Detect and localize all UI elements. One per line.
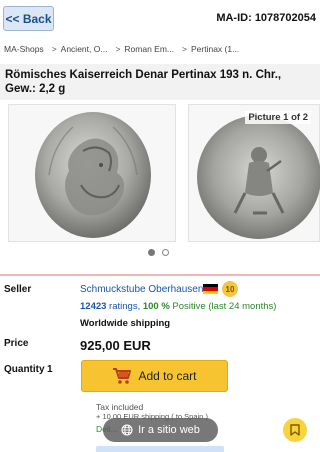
ratings-count[interactable]: 12423 — [80, 301, 106, 312]
price-value: 925,00 EUR — [80, 338, 151, 353]
positive-percentage: 100 % — [142, 301, 170, 312]
cart-icon — [113, 368, 132, 384]
seller-label: Seller — [4, 284, 32, 295]
breadcrumb-separator-icon: > — [51, 44, 57, 54]
coin-reverse-image[interactable]: Picture 1 of 2 — [188, 104, 320, 242]
breadcrumb-item-pertinax[interactable]: Pertinax (1... — [191, 44, 239, 54]
open-website-label: Ir a sitio web — [138, 424, 200, 436]
tax-note: Tax included — [96, 402, 144, 412]
breadcrumb-item-ancient[interactable]: Ancient, O... — [61, 44, 108, 54]
floating-action-button[interactable] — [283, 418, 307, 442]
bookmark-icon — [290, 424, 300, 436]
breadcrumb-separator-icon: > — [115, 44, 121, 54]
picture-counter: Picture 1 of 2 — [245, 111, 311, 124]
germany-flag-icon — [203, 284, 218, 294]
seller-level-badge: 10 — [222, 281, 238, 297]
top-bar: << Back MA-ID: 1078702054 — [0, 0, 320, 36]
breadcrumb-item-roman-empire[interactable]: Roman Em... — [124, 44, 174, 54]
globe-icon — [121, 424, 133, 436]
positive-text: Positive (last 24 months) — [169, 301, 277, 312]
carousel-dots — [148, 249, 169, 256]
carousel-dot[interactable] — [162, 249, 169, 256]
ratings-word: ratings, — [106, 301, 143, 312]
coin-reverse-picture — [197, 115, 320, 239]
coin-obverse-picture — [35, 112, 151, 238]
image-gallery[interactable]: Picture 1 of 2 — [0, 104, 320, 242]
back-button[interactable]: << Back — [3, 6, 54, 31]
coin-obverse-image[interactable] — [8, 104, 176, 242]
shipping-note: Worldwide shipping — [80, 318, 171, 329]
ma-id-label: MA-ID: 1078702054 — [216, 12, 316, 24]
carousel-dot-active[interactable] — [148, 249, 155, 256]
price-label: Price — [4, 338, 29, 349]
bottom-bar — [96, 446, 224, 452]
seller-name-link[interactable]: Schmuckstube Oberhausen — [80, 284, 203, 295]
open-website-button[interactable]: Ir a sitio web — [103, 418, 218, 442]
breadcrumb-separator-icon: > — [182, 44, 187, 54]
breadcrumb: MA-Shops > Ancient, O... > Roman Em... >… — [0, 38, 320, 60]
add-to-cart-label: Add to cart — [138, 369, 197, 383]
ratings-summary: 12423 ratings, 100 % Positive (last 24 m… — [80, 301, 276, 312]
section-divider — [0, 274, 320, 276]
breadcrumb-item-ma-shops[interactable]: MA-Shops — [4, 44, 44, 54]
quantity-value[interactable]: 1 — [47, 364, 53, 375]
add-to-cart-button[interactable]: Add to cart — [81, 360, 228, 392]
quantity-label: Quantity — [4, 364, 45, 375]
item-title: Römisches Kaiserreich Denar Pertinax 193… — [0, 64, 320, 100]
